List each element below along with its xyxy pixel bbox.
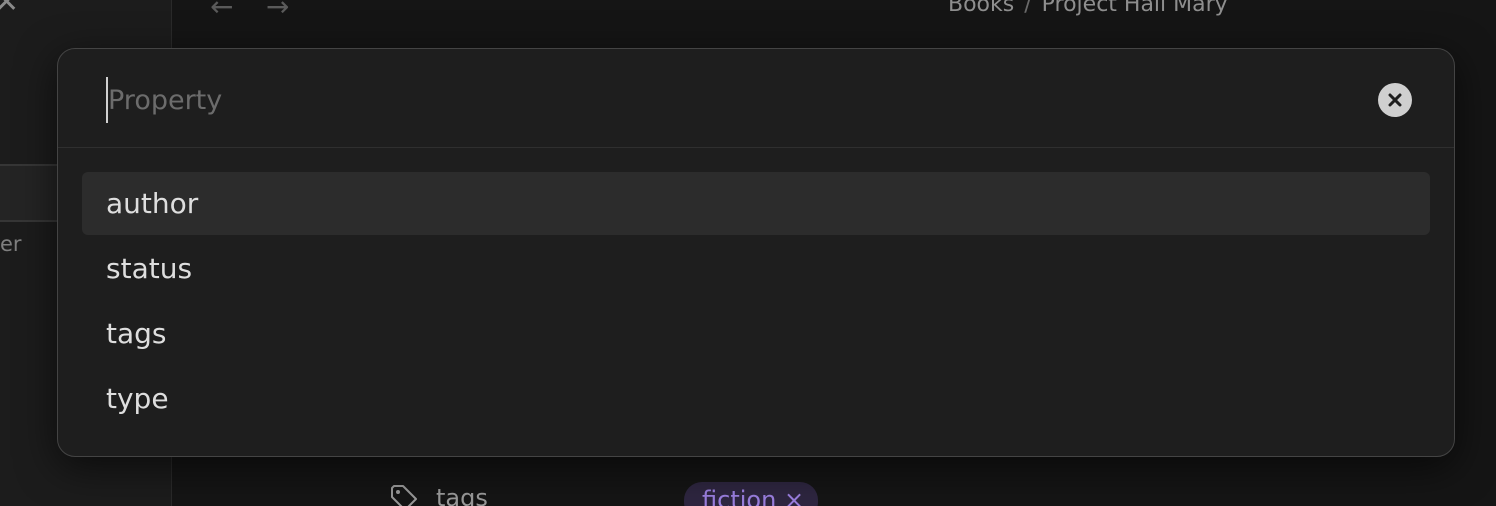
property-label-tags: tags [436, 484, 488, 506]
breadcrumb-current[interactable]: Project Hail Mary [1042, 0, 1228, 17]
option-label: type [106, 382, 169, 415]
breadcrumb-parent[interactable]: Books [948, 0, 1014, 17]
option-label: tags [106, 317, 167, 350]
back-arrow-icon[interactable]: ← [210, 0, 233, 23]
breadcrumb: Books / Project Hail Mary [948, 0, 1228, 17]
forward-arrow-icon[interactable]: → [266, 0, 289, 23]
option-status[interactable]: status [82, 237, 1430, 300]
breadcrumb-separator: / [1024, 0, 1032, 17]
option-type[interactable]: type [82, 367, 1430, 430]
search-row [58, 49, 1454, 148]
sidebar-close-icon[interactable]: ✕ [0, 0, 19, 18]
property-picker-modal: author status tags type [57, 48, 1455, 457]
tag-pill-label: fiction [702, 486, 777, 506]
close-icon [1388, 93, 1402, 107]
option-tags[interactable]: tags [82, 302, 1430, 365]
property-row-tags: tags [388, 478, 488, 506]
property-search-input[interactable] [106, 77, 1350, 123]
option-author[interactable]: author [82, 172, 1430, 235]
tag-remove-icon[interactable]: × [784, 486, 804, 506]
tag-icon [391, 485, 417, 506]
app-window: ✕ er ← → Books / Project Hail Mary tags fi… [0, 0, 1496, 506]
property-options-list: author status tags type [82, 172, 1430, 432]
option-label: author [106, 187, 199, 220]
sidebar-item-label: er [0, 232, 22, 256]
option-label: status [106, 252, 193, 285]
clear-search-button[interactable] [1378, 83, 1412, 117]
tag-pill-fiction[interactable]: fiction × [684, 482, 819, 506]
